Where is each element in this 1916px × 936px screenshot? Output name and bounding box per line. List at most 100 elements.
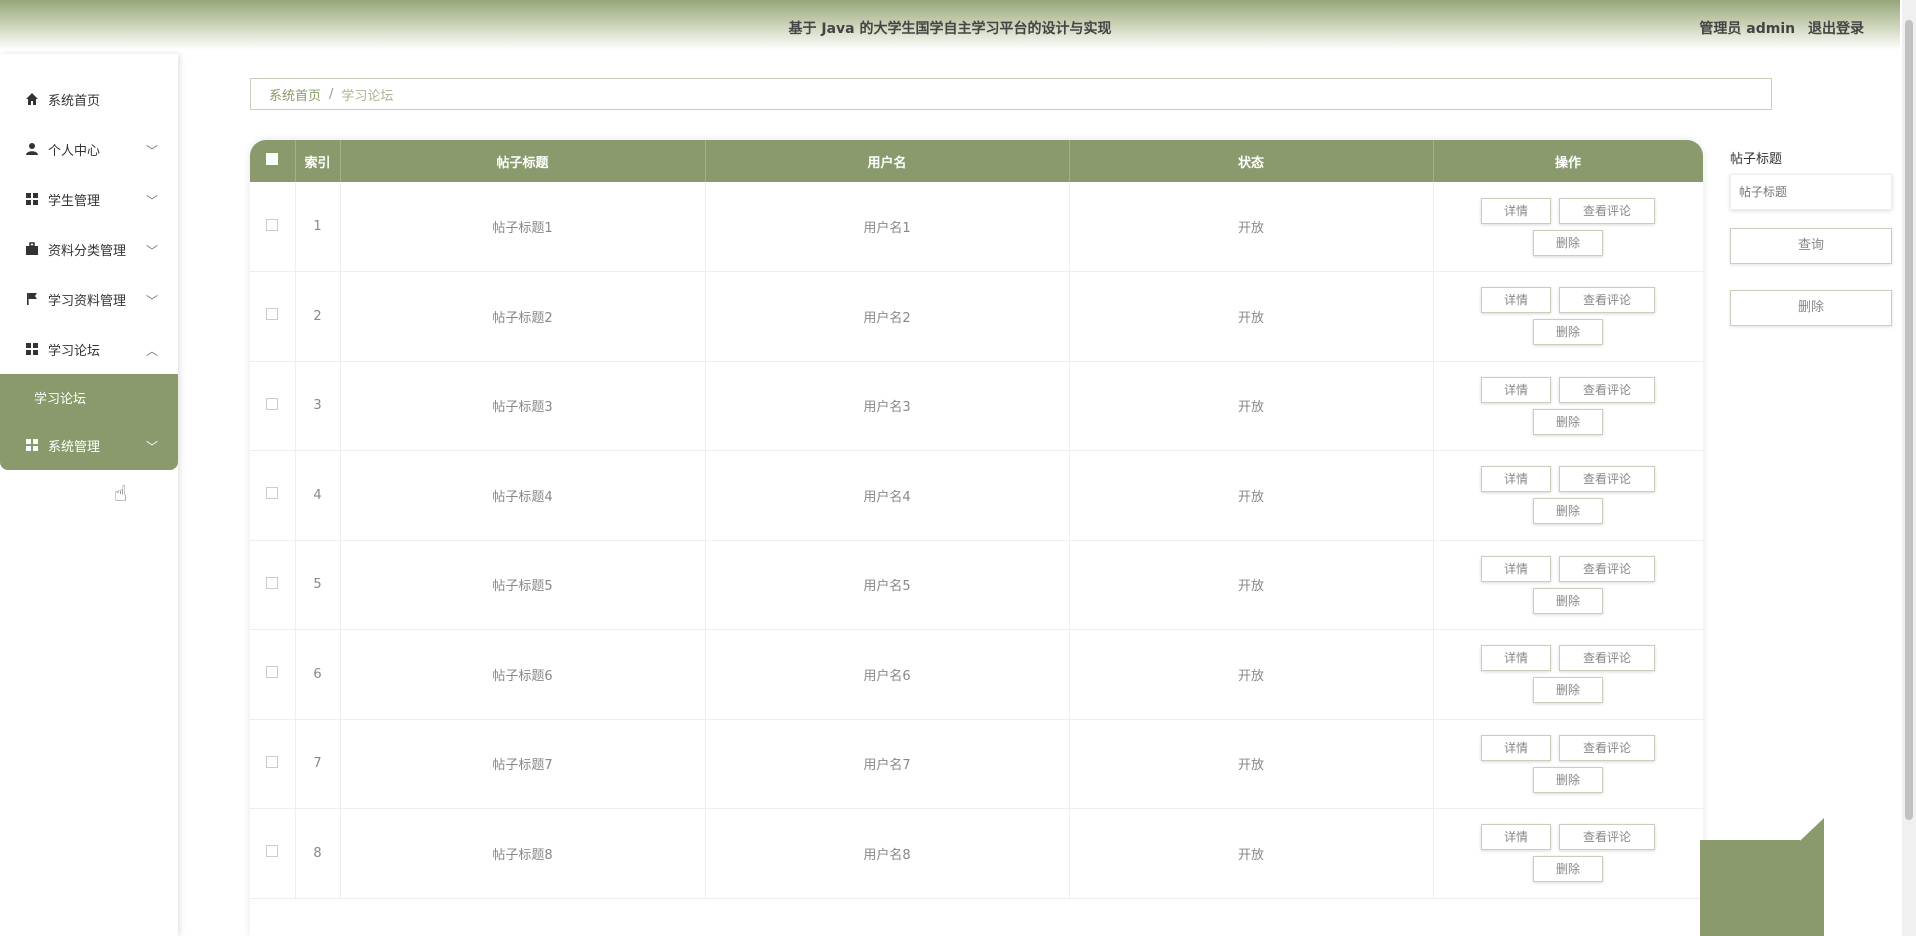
row-user: 用户名4: [705, 450, 1070, 541]
sidebar-item-label: 学生管理: [48, 193, 101, 209]
sidebar-item-label: 学习论坛: [48, 343, 101, 359]
table-row: 5 帖子标题5 用户名5 开放 详情 查看评论 删除: [250, 540, 1703, 630]
detail-button[interactable]: 详情: [1481, 197, 1551, 224]
view-comments-button[interactable]: 查看评论: [1559, 197, 1655, 224]
decorative-shape: [1700, 818, 1824, 936]
view-comments-button[interactable]: 查看评论: [1559, 645, 1655, 672]
row-title: 帖子标题2: [340, 271, 706, 362]
sidebar-item-materials[interactable]: 学习资料管理 ﹀: [0, 274, 178, 324]
pointer-cursor-icon: ☝: [114, 482, 128, 507]
table-row: 4 帖子标题4 用户名4 开放 详情 查看评论 删除: [250, 450, 1703, 541]
view-comments-button[interactable]: 查看评论: [1559, 555, 1655, 582]
submenu-item-label: 学习论坛: [34, 391, 87, 407]
column-header: 用户名: [705, 140, 1070, 182]
delete-button[interactable]: 删除: [1533, 498, 1603, 525]
row-status: 开放: [1069, 450, 1434, 541]
row-status: 开放: [1069, 271, 1434, 362]
top-header: 基于 Java 的大学生国学自主学习平台的设计与实现 管理员 admin 退出登…: [0, 0, 1900, 50]
breadcrumb-home[interactable]: 系统首页: [269, 85, 321, 104]
row-select-cell: [250, 361, 296, 451]
row-status: 开放: [1069, 719, 1434, 809]
select-all-checkbox[interactable]: [266, 153, 279, 165]
detail-button[interactable]: 详情: [1481, 734, 1551, 761]
row-title: 帖子标题5: [340, 540, 706, 630]
delete-button[interactable]: 删除: [1533, 587, 1603, 614]
sidebar-item-forum[interactable]: 学习论坛 ︿: [0, 324, 178, 374]
row-checkbox[interactable]: [266, 845, 279, 858]
row-checkbox[interactable]: [266, 666, 279, 679]
batch-delete-button[interactable]: 删除: [1730, 290, 1892, 326]
scrollbar-thumb[interactable]: [1905, 20, 1913, 820]
sidebar-item-category[interactable]: 资料分类管理 ﹀: [0, 224, 178, 274]
view-comments-button[interactable]: 查看评论: [1559, 824, 1655, 851]
column-header: 状态: [1069, 140, 1434, 182]
sidebar-item-profile[interactable]: 个人中心 ﹀: [0, 124, 178, 174]
sidebar-item-system[interactable]: 系统管理 ﹀: [0, 420, 178, 470]
row-checkbox[interactable]: [266, 487, 279, 500]
sidebar-item-home[interactable]: 系统首页: [0, 74, 178, 124]
chevron-down-icon: ﹀: [145, 294, 158, 308]
row-title: 帖子标题8: [340, 808, 706, 899]
view-comments-button[interactable]: 查看评论: [1559, 376, 1655, 403]
row-index: 7: [295, 719, 341, 809]
column-header: 索引: [295, 140, 341, 182]
query-button[interactable]: 查询: [1730, 228, 1892, 264]
submenu-item-forum[interactable]: 学习论坛: [0, 374, 178, 420]
view-comments-button[interactable]: 查看评论: [1559, 466, 1655, 493]
row-actions: 详情 查看评论删除: [1433, 361, 1703, 451]
home-icon: [24, 91, 40, 107]
briefcase-icon: [24, 241, 40, 257]
detail-button[interactable]: 详情: [1481, 645, 1551, 672]
table-row: 2 帖子标题2 用户名2 开放 详情 查看评论 删除: [250, 271, 1703, 362]
row-select-cell: [250, 808, 296, 899]
logout-link[interactable]: 退出登录: [1808, 21, 1864, 37]
view-comments-button[interactable]: 查看评论: [1559, 287, 1655, 314]
column-header: 操作: [1433, 140, 1703, 182]
detail-button[interactable]: 详情: [1481, 824, 1551, 851]
view-comments-button[interactable]: 查看评论: [1559, 734, 1655, 761]
delete-button[interactable]: 删除: [1533, 766, 1603, 793]
chevron-down-icon: ﹀: [145, 194, 158, 208]
sidebar-item-label: 系统管理: [48, 439, 101, 455]
row-select-cell: [250, 719, 296, 809]
row-checkbox[interactable]: [266, 308, 279, 321]
row-actions: 详情 查看评论删除: [1433, 629, 1703, 720]
detail-button[interactable]: 详情: [1481, 287, 1551, 314]
row-select-cell: [250, 629, 296, 720]
grid-icon: [24, 341, 40, 357]
row-index: 3: [295, 361, 341, 451]
app-title: 基于 Java 的大学生国学自主学习平台的设计与实现: [788, 21, 1112, 37]
row-checkbox[interactable]: [266, 218, 279, 231]
detail-button[interactable]: 详情: [1481, 466, 1551, 493]
row-user: 用户名7: [705, 719, 1070, 809]
delete-button[interactable]: 删除: [1533, 319, 1603, 346]
delete-button[interactable]: 删除: [1533, 856, 1603, 883]
row-user: 用户名3: [705, 361, 1070, 451]
delete-button[interactable]: 删除: [1533, 229, 1603, 256]
grid-icon: [24, 191, 40, 207]
row-checkbox[interactable]: [266, 576, 279, 589]
row-actions: 详情 查看评论删除: [1433, 808, 1703, 899]
table-row: 8 帖子标题8 用户名8 开放 详情 查看评论 删除: [250, 808, 1703, 899]
row-status: 开放: [1069, 540, 1434, 630]
detail-button[interactable]: 详情: [1481, 376, 1551, 403]
delete-button[interactable]: 删除: [1533, 677, 1603, 704]
user-area: 管理员 admin 退出登录: [1691, 18, 1864, 38]
chevron-down-icon: ﹀: [145, 244, 158, 258]
column-header: 帖子标题: [340, 140, 706, 182]
detail-button[interactable]: 详情: [1481, 555, 1551, 582]
select-all-header: [250, 140, 296, 182]
sidebar-item-students[interactable]: 学生管理 ﹀: [0, 174, 178, 224]
row-checkbox[interactable]: [266, 755, 279, 768]
row-checkbox[interactable]: [266, 397, 279, 410]
row-status: 开放: [1069, 361, 1434, 451]
row-user: 用户名6: [705, 629, 1070, 720]
row-title: 帖子标题4: [340, 450, 706, 541]
row-actions: 详情 查看评论删除: [1433, 450, 1703, 541]
row-title: 帖子标题7: [340, 719, 706, 809]
row-actions: 详情 查看评论删除: [1433, 719, 1703, 809]
search-input[interactable]: [1730, 174, 1892, 210]
scrollbar[interactable]: [1902, 0, 1916, 936]
row-user: 用户名8: [705, 808, 1070, 899]
delete-button[interactable]: 删除: [1533, 408, 1603, 435]
